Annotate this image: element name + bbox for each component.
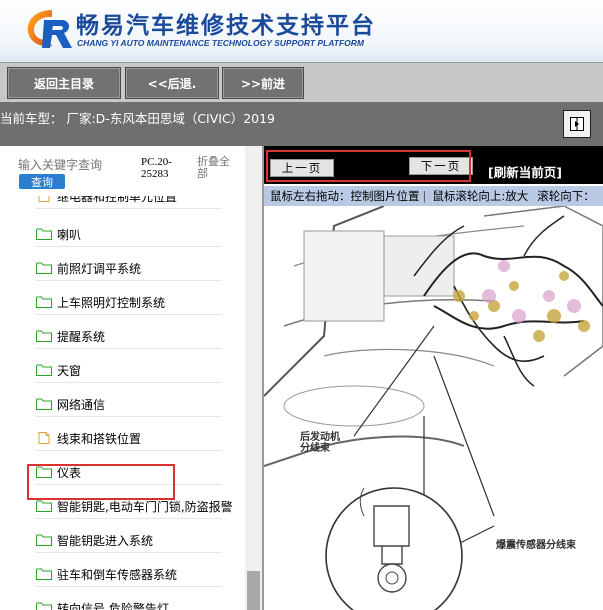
wiring-diagram-image[interactable]: 后发动机 分线束 爆震传感器分线束: [264, 206, 603, 610]
callout-rear-engine-harness: 后发动机 分线束: [300, 432, 340, 454]
folder-icon: [36, 602, 52, 610]
tree-item-label: 驻车和倒车传感器系统: [57, 567, 178, 582]
search-button[interactable]: 查询: [19, 174, 65, 189]
tree-item[interactable]: 线束和搭铁位置: [36, 426, 222, 451]
vehicle-info-bar: 当前车型： 厂家:D-东风本田思域（CIVIC）2019: [0, 102, 603, 146]
tree-item[interactable]: 前照灯调平系统: [36, 256, 222, 281]
tree-item[interactable]: 喇叭: [36, 222, 222, 247]
folder-icon: [36, 364, 52, 376]
folder-icon: [36, 534, 52, 546]
folder-icon: [36, 296, 52, 308]
app-title: 畅易汽车维修技术支持平台: [76, 13, 376, 39]
home-button[interactable]: 返回主目录: [7, 67, 121, 99]
toggle-panel-icon: [570, 117, 584, 131]
app-header: 畅易汽车维修技术支持平台 CHANG YI AUTO MAINTENANCE T…: [0, 0, 603, 62]
tree-item[interactable]: 上车照明灯控制系统: [36, 290, 222, 315]
left-tree-panel: 查询 PC.20-25283 折叠全部 继电器和控制单元位置 喇叭前照灯调平系统…: [0, 146, 264, 610]
panel-toggle-button[interactable]: [563, 110, 591, 138]
tree-item-label: 喇叭: [57, 227, 82, 242]
refresh-page-link[interactable]: [刷新当前页]: [488, 162, 562, 181]
folder-icon: [36, 568, 52, 580]
callout-knock-sensor-harness: 爆震传感器分线束: [496, 540, 576, 551]
tree-item-label: 智能钥匙,电动车门门锁,防盗报警: [57, 499, 233, 514]
tree-item-label: 转向信号 危险警告灯: [57, 601, 169, 610]
nav-buttons-highlight: [266, 150, 471, 182]
document-icon: [36, 432, 52, 444]
cy-logo-icon: [27, 10, 72, 48]
tree-item[interactable]: 继电器和控制单元位置: [36, 196, 222, 209]
category-tree: 继电器和控制单元位置 喇叭前照灯调平系统上车照明灯控制系统 提醒系统天窗网络通信线…: [0, 196, 245, 610]
folder-icon: [36, 262, 52, 274]
selected-item-highlight: [27, 464, 175, 500]
hint-zoom-in: 鼠标滚轮向上:放大: [432, 189, 529, 203]
search-input[interactable]: [18, 156, 106, 174]
tree-item-label: 网络通信: [57, 397, 106, 412]
collapse-all-link[interactable]: 折叠全部: [197, 156, 237, 180]
tree-item[interactable]: 提醒系统: [36, 324, 222, 349]
folder-icon: [36, 228, 52, 240]
folder-icon: [36, 398, 52, 410]
tree-item-label: 上车照明灯控制系统: [57, 295, 166, 310]
app-subtitle: CHANG YI AUTO MAINTENANCE TECHNOLOGY SUP…: [77, 38, 364, 48]
tree-item-label: 前照灯调平系统: [57, 261, 142, 276]
pc-code-label: PC.20-25283: [141, 156, 172, 180]
main-toolbar: 返回主目录 <<后退. >>前进: [0, 62, 603, 104]
hint-zoom-out: 滚轮向下：: [537, 189, 595, 203]
document-viewer: 上一页 下一页 [刷新当前页] 鼠标左右拖动：控制图片位置 | 鼠标滚轮向上:放…: [264, 146, 603, 610]
folder-icon: [36, 500, 52, 512]
tree-item[interactable]: 驻车和倒车传感器系统: [36, 562, 222, 587]
viewer-nav-bar: 上一页 下一页 [刷新当前页]: [264, 146, 603, 184]
scrollbar-thumb[interactable]: [247, 571, 260, 610]
tree-item[interactable]: 智能钥匙进入系统: [36, 528, 222, 553]
tree-item-label: 天窗: [57, 363, 82, 378]
hint-drag: 鼠标左右拖动：控制图片位置: [270, 189, 420, 203]
tree-item-label: 提醒系统: [57, 329, 106, 344]
back-button[interactable]: <<后退.: [125, 67, 219, 99]
tree-item[interactable]: 天窗: [36, 358, 222, 383]
tree-item[interactable]: 转向信号 危险警告灯: [36, 596, 222, 610]
tree-item[interactable]: 网络通信: [36, 392, 222, 417]
folder-icon: [36, 330, 52, 342]
tree-scrollbar[interactable]: [245, 146, 262, 610]
tree-item-label: 智能钥匙进入系统: [57, 533, 154, 548]
current-vehicle-label: 当前车型： 厂家:D-东风本田思域（CIVIC）2019: [0, 111, 276, 126]
tree-item-label: 继电器和控制单元位置: [57, 196, 178, 204]
callout-rear-engine-text: 后发动机 分线束: [300, 432, 340, 454]
document-icon: [36, 196, 52, 202]
tree-item-label: 线束和搭铁位置: [57, 431, 142, 446]
viewer-hint-bar: 鼠标左右拖动：控制图片位置 | 鼠标滚轮向上:放大 滚轮向下：: [264, 186, 603, 206]
forward-button[interactable]: >>前进: [222, 67, 304, 99]
